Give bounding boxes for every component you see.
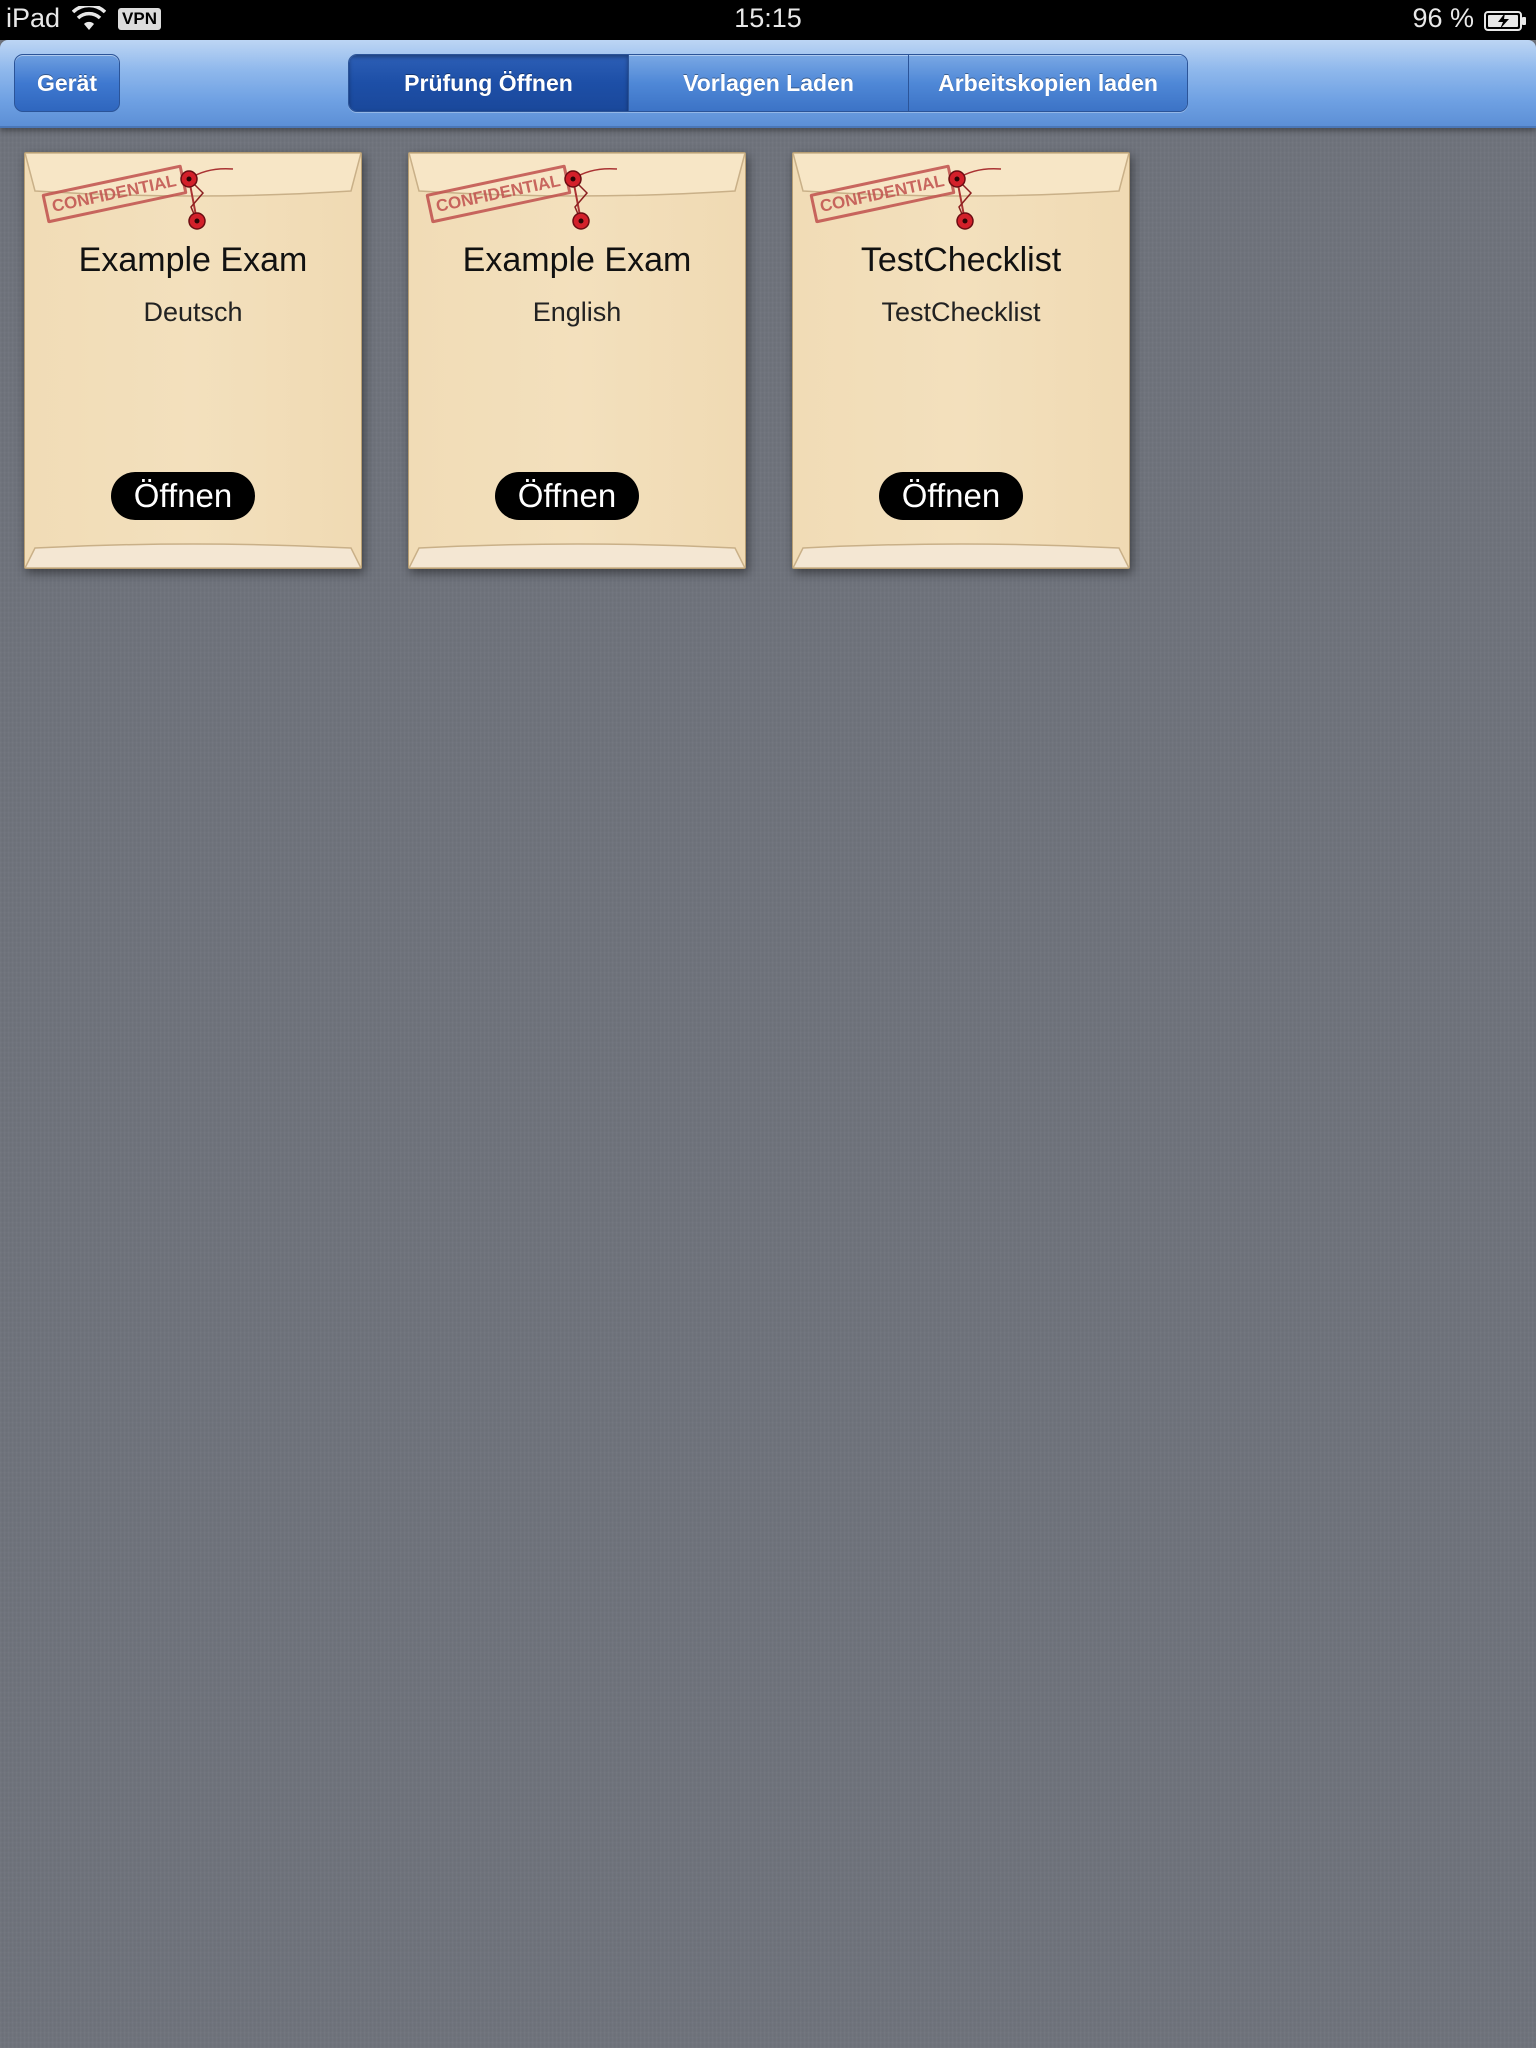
envelope-bottom-fold (793, 543, 1129, 568)
status-right: 96 % (1412, 3, 1528, 34)
navigation-bar: Gerät Prüfung Öffnen Vorlagen Laden Arbe… (0, 40, 1536, 128)
exam-card[interactable]: CONFIDENTIAL Example Exam Deutsch Öffnen (24, 152, 362, 569)
status-bar: iPad VPN 15:15 96 % (0, 0, 1536, 40)
string-clasp-icon (948, 167, 1002, 230)
status-time: 15:15 (734, 3, 802, 33)
string-clasp-icon (180, 167, 234, 230)
open-button[interactable]: Öffnen (879, 472, 1023, 520)
card-title: Example Exam (78, 241, 308, 279)
open-button[interactable]: Öffnen (111, 472, 255, 520)
envelope-bottom-fold (409, 543, 745, 568)
card-subtitle: Deutsch (143, 297, 243, 327)
segment-load-working-copies[interactable]: Arbeitskopien laden (908, 55, 1187, 111)
battery-percent: 96 % (1412, 3, 1474, 33)
exam-card[interactable]: CONFIDENTIAL TestChecklist TestChecklist… (792, 152, 1130, 569)
battery-charging-icon (1484, 8, 1528, 31)
device-button[interactable]: Gerät (14, 54, 120, 112)
open-button[interactable]: Öffnen (495, 472, 639, 520)
card-subtitle: English (532, 297, 622, 327)
string-clasp-icon (564, 167, 618, 230)
segment-load-templates[interactable]: Vorlagen Laden (628, 55, 908, 111)
card-subtitle: TestChecklist (881, 297, 1041, 327)
card-title: Example Exam (462, 241, 692, 279)
envelope-bottom-fold (25, 543, 361, 568)
exam-card[interactable]: CONFIDENTIAL Example Exam English Öffnen (408, 152, 746, 569)
segmented-control: Prüfung Öffnen Vorlagen Laden Arbeitskop… (348, 54, 1188, 112)
card-title: TestChecklist (860, 241, 1062, 279)
segment-open-exam[interactable]: Prüfung Öffnen (349, 55, 628, 111)
